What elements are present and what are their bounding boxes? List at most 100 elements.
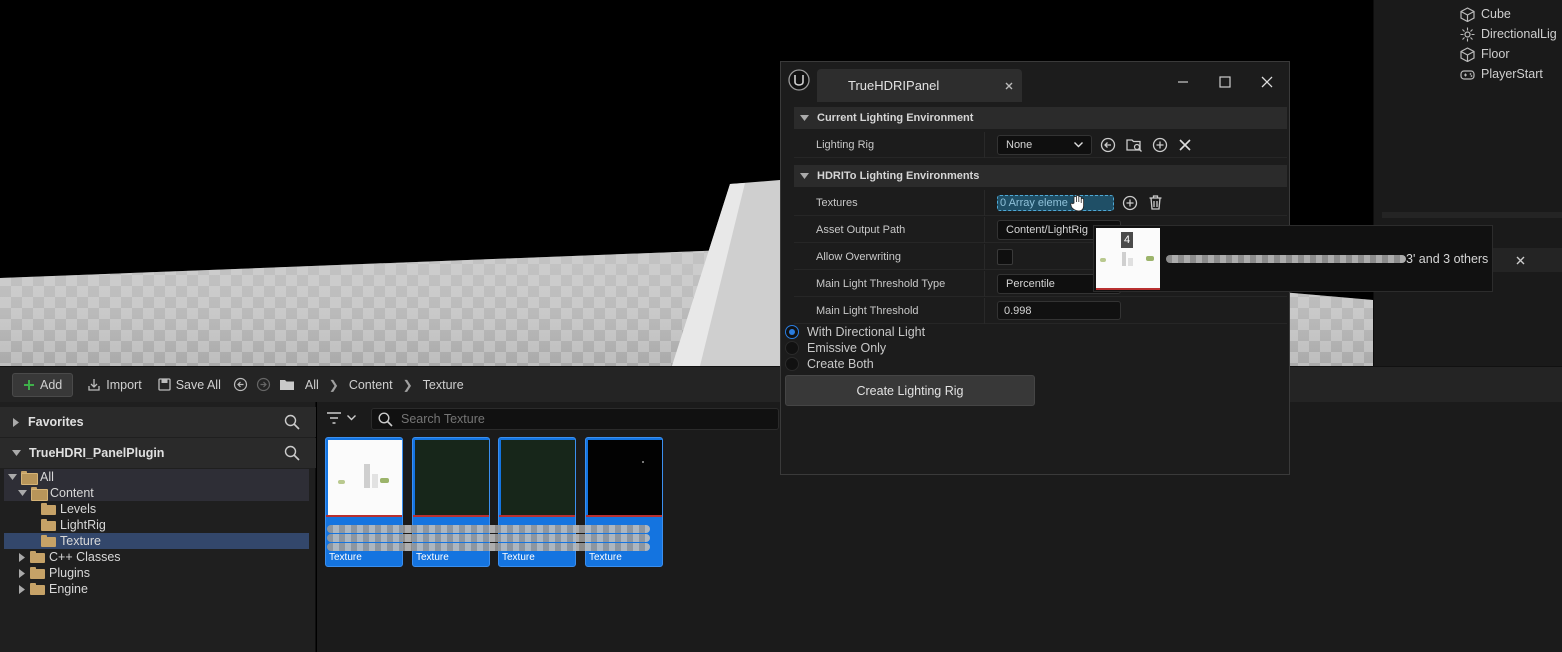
favorites-header[interactable]: Favorites	[0, 407, 316, 437]
allow-overwriting-checkbox[interactable]	[997, 249, 1013, 265]
folder-icon	[41, 519, 56, 531]
tab-truehdri-panel[interactable]: TrueHDRIPanel	[817, 69, 1022, 102]
lighting-rig-dropdown[interactable]: None	[997, 134, 1092, 155]
caret-down-icon	[12, 450, 21, 456]
window-titlebar[interactable]: TrueHDRIPanel	[781, 62, 1289, 102]
folder-icon	[279, 380, 294, 390]
save-icon	[158, 378, 171, 391]
row-lighting-rig: Lighting Rig None	[794, 132, 1287, 158]
redacted-asset-name	[1166, 255, 1406, 263]
radio-create-both[interactable]: Create Both	[785, 357, 874, 371]
main-light-threshold-input[interactable]: 0.998	[997, 301, 1121, 320]
outliner-item-directional-light[interactable]: DirectionalLig	[1460, 24, 1557, 44]
tree-label: All	[40, 470, 54, 484]
close-icon	[1261, 76, 1273, 88]
details-tab[interactable]	[1492, 248, 1562, 272]
create-lighting-rig-button[interactable]: Create Lighting Rig	[785, 375, 1035, 406]
tree-item-all[interactable]: All	[4, 469, 309, 485]
asset-thumbnail	[328, 440, 402, 515]
folder-icon	[41, 503, 56, 515]
browse-folder-icon[interactable]	[1126, 137, 1143, 153]
plugin-header[interactable]: TrueHDRI_PanelPlugin	[0, 438, 316, 468]
tree-item-plugins[interactable]: Plugins	[4, 565, 309, 581]
drag-count-badge: 4	[1121, 232, 1133, 248]
tree-label: C++ Classes	[49, 550, 121, 564]
asset-type-label: Texture	[589, 552, 622, 563]
clear-icon[interactable]	[1179, 139, 1191, 151]
history-forward-button[interactable]	[252, 373, 275, 397]
minimize-button[interactable]	[1171, 72, 1195, 92]
textures-array-dropzone[interactable]: 0 Array eleme	[997, 195, 1114, 211]
section-current-lighting[interactable]: Current Lighting Environment	[794, 107, 1287, 129]
folder-icon	[41, 535, 56, 547]
radio-with-directional-light[interactable]: With Directional Light	[785, 325, 925, 339]
property-label: Lighting Rig	[816, 138, 875, 151]
add-circle-icon[interactable]	[1152, 137, 1168, 153]
property-label: Main Light Threshold Type	[816, 277, 946, 290]
import-button[interactable]: Import	[79, 373, 149, 397]
close-icon[interactable]	[1516, 256, 1525, 265]
save-all-button[interactable]: Save All	[150, 373, 229, 397]
close-icon[interactable]	[1005, 82, 1013, 90]
outliner-item-player-start[interactable]: PlayerStart	[1460, 64, 1543, 84]
outliner-label: Cube	[1481, 7, 1511, 21]
radio-icon	[785, 357, 799, 371]
property-label: Main Light Threshold	[816, 304, 919, 317]
asset-type-label: Texture	[329, 552, 362, 563]
search-input[interactable]	[401, 412, 741, 426]
tree-label: LightRig	[60, 518, 106, 532]
trash-icon[interactable]	[1148, 194, 1163, 211]
save-all-label: Save All	[175, 377, 221, 392]
radio-label: Create Both	[807, 357, 874, 371]
forward-arrow-icon	[256, 377, 270, 392]
folder-icon	[30, 551, 45, 563]
outliner-item-cube[interactable]: Cube	[1460, 4, 1511, 24]
add-circle-icon[interactable]	[1122, 195, 1138, 211]
caret-down-icon	[18, 490, 27, 496]
tree-item-engine[interactable]: Engine	[4, 581, 309, 597]
search-icon[interactable]	[284, 445, 300, 461]
breadcrumb-all[interactable]: All	[305, 378, 319, 392]
use-selected-icon[interactable]	[1100, 137, 1116, 153]
maximize-button[interactable]	[1213, 72, 1237, 92]
row-textures: Textures 0 Array eleme	[794, 190, 1287, 216]
light-icon	[1460, 27, 1475, 41]
tree-item-content[interactable]: Content	[4, 485, 309, 501]
chevron-right-icon: ❯	[328, 377, 339, 392]
back-arrow-icon	[233, 377, 247, 392]
folder-icon	[30, 583, 45, 595]
asset-thumbnail	[501, 440, 575, 515]
close-window-button[interactable]	[1255, 72, 1279, 92]
section-hdri-to-lighting[interactable]: HDRITo Lighting Environments	[794, 165, 1287, 187]
favorites-label: Favorites	[28, 415, 84, 429]
radio-icon	[785, 341, 799, 355]
folder-icon	[31, 487, 48, 501]
drag-drop-tooltip: 4 3' and 3 others	[1093, 225, 1525, 292]
history-back-button[interactable]	[229, 373, 252, 397]
property-label: Textures	[816, 196, 858, 209]
search-icon	[378, 411, 393, 427]
radio-emissive-only[interactable]: Emissive Only	[785, 341, 886, 355]
button-label: Create Lighting Rig	[856, 383, 964, 398]
filter-button[interactable]	[327, 412, 356, 424]
breadcrumb-content[interactable]: Content	[349, 378, 393, 392]
caret-right-icon	[19, 568, 25, 578]
search-field[interactable]	[371, 408, 779, 430]
tree-item-levels[interactable]: Levels	[4, 501, 309, 517]
add-button[interactable]: Add	[12, 372, 74, 397]
folder-browse-button[interactable]	[275, 373, 299, 397]
world-outliner: Cube DirectionalLig Floor PlayerStart	[1373, 0, 1562, 366]
folder-icon	[21, 471, 38, 485]
outliner-item-floor[interactable]: Floor	[1460, 44, 1509, 64]
radio-label: With Directional Light	[807, 325, 926, 339]
tree-item-cpp-classes[interactable]: C++ Classes	[4, 549, 309, 565]
tree-item-texture[interactable]: Texture	[4, 533, 309, 549]
filter-icon	[327, 412, 341, 424]
tab-title: TrueHDRIPanel	[848, 78, 940, 93]
tree-item-lightrig[interactable]: LightRig	[4, 517, 309, 533]
caret-right-icon	[19, 552, 25, 562]
caret-down-icon	[800, 114, 809, 121]
maximize-icon	[1219, 76, 1231, 88]
breadcrumb-texture[interactable]: Texture	[423, 378, 464, 392]
search-icon[interactable]	[284, 414, 300, 430]
